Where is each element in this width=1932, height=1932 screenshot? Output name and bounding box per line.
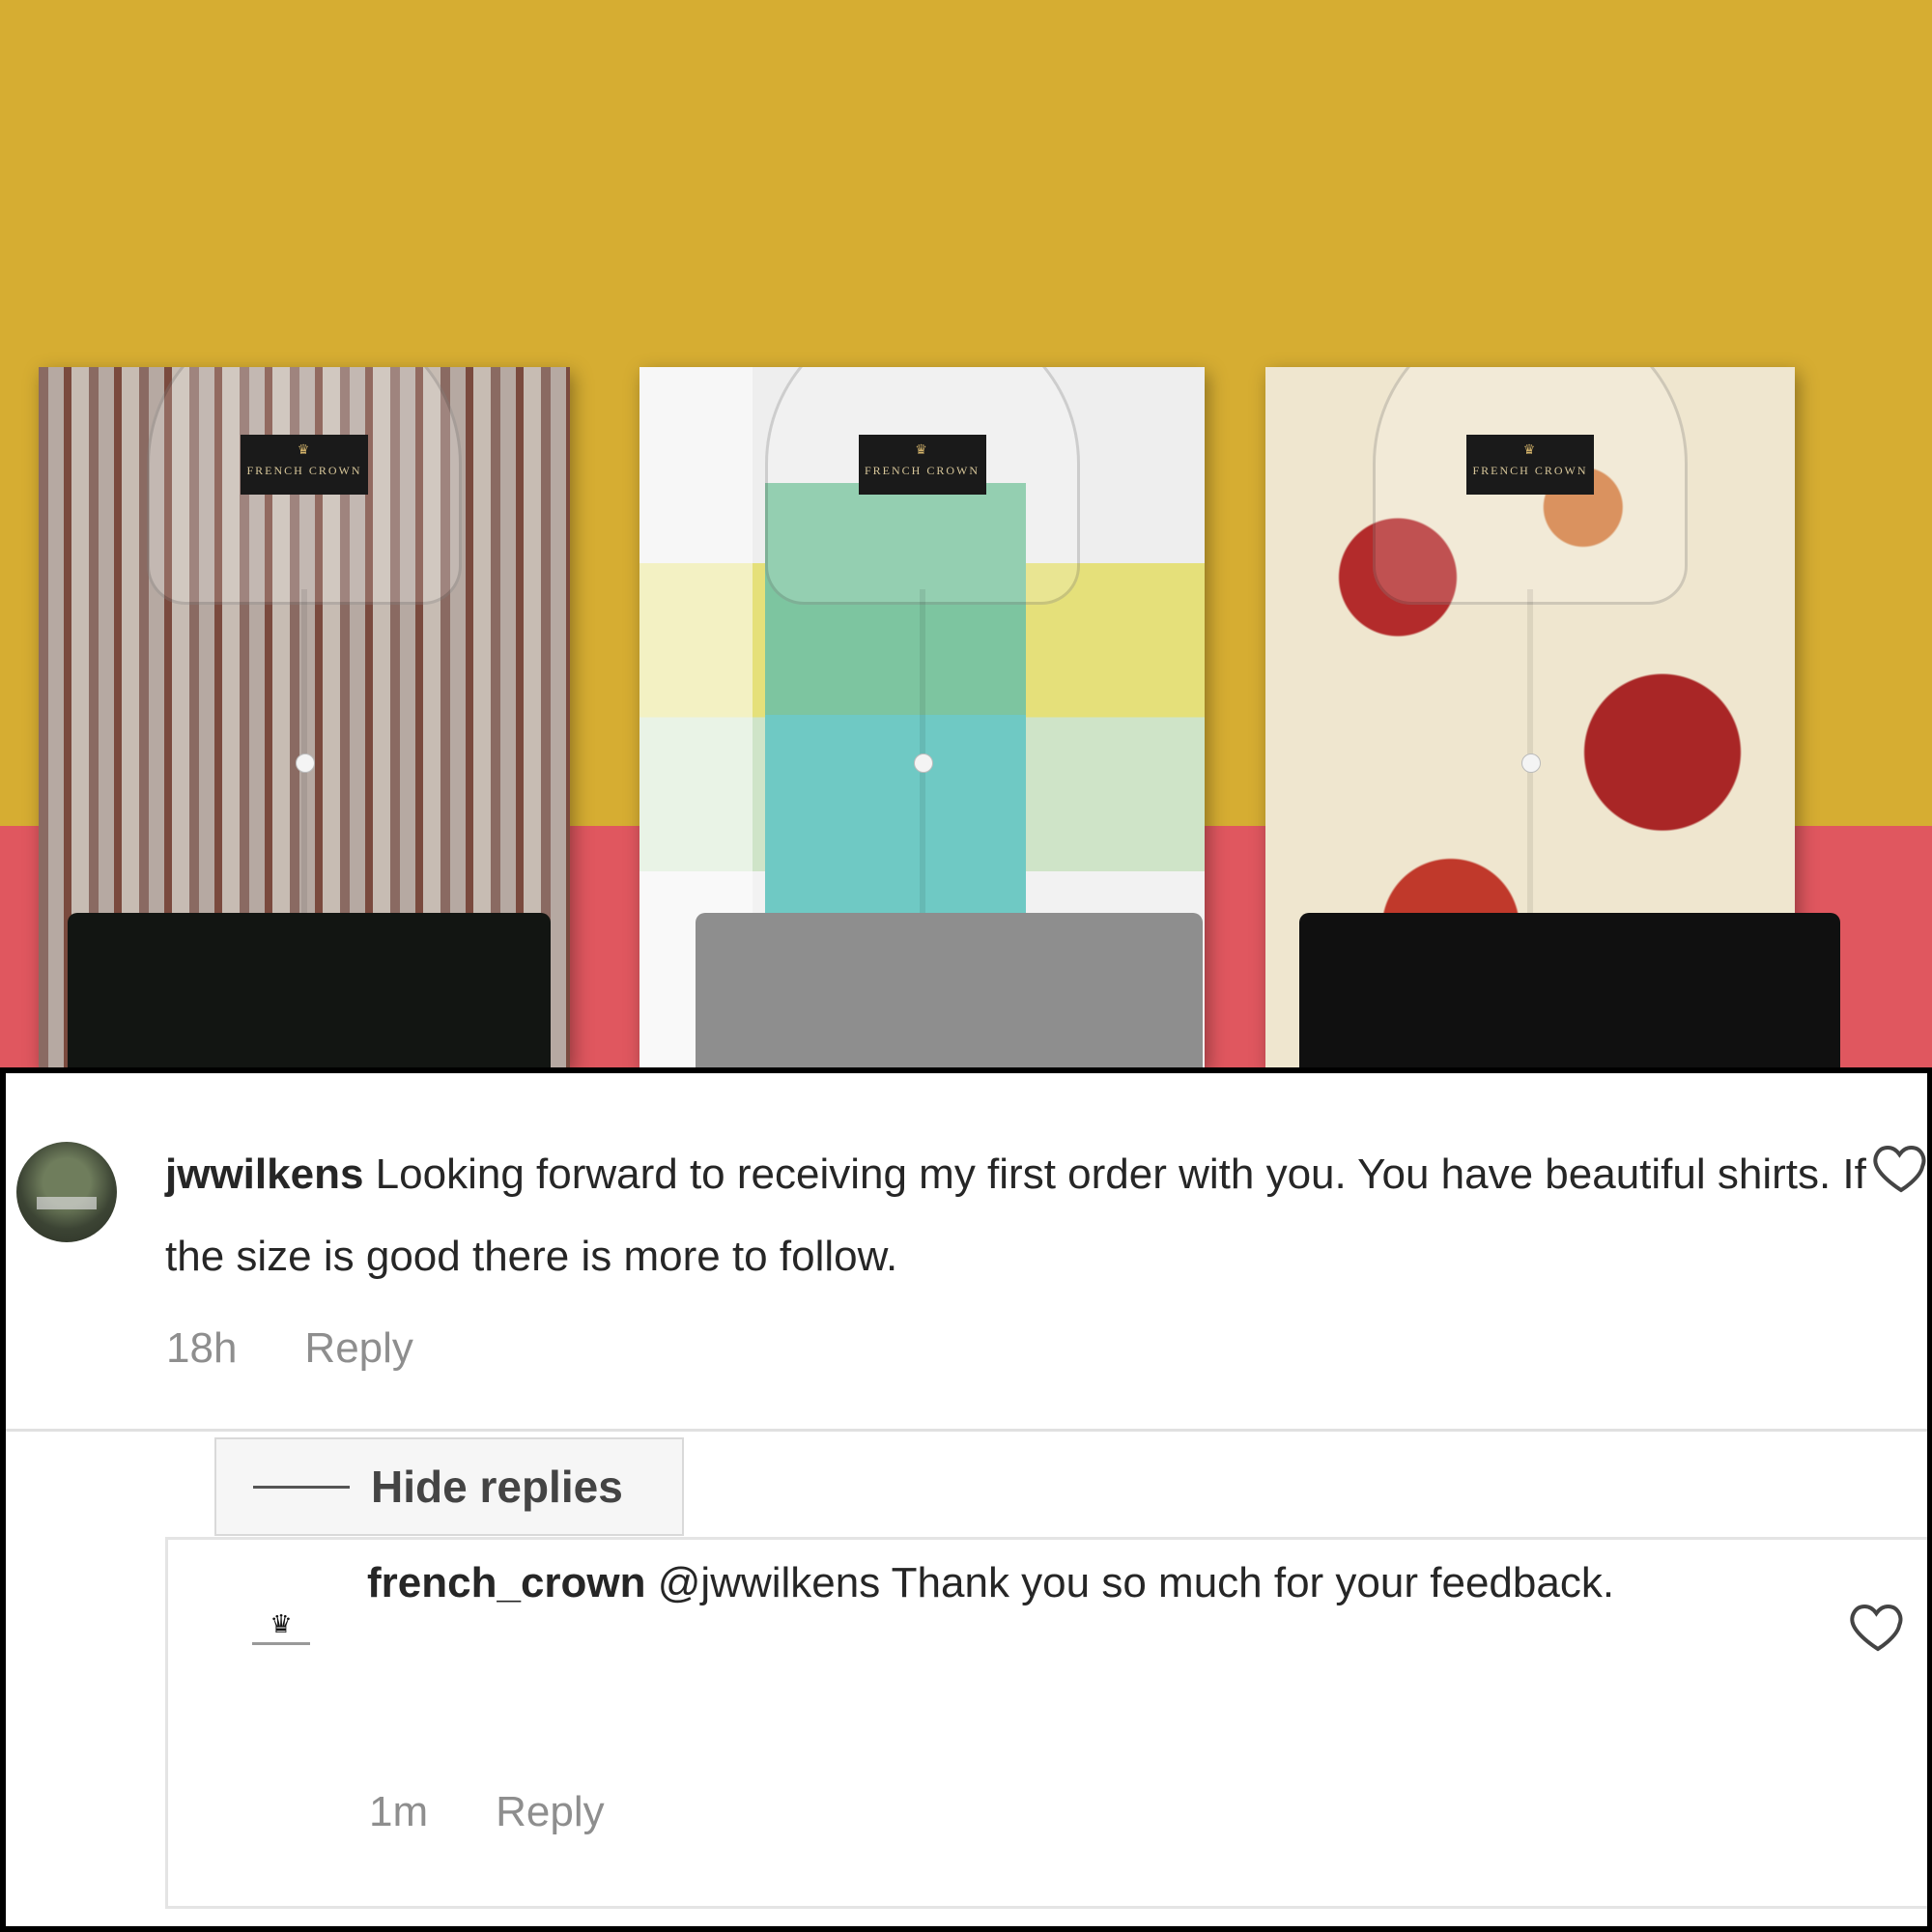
heart-icon[interactable] [1870, 1136, 1932, 1198]
jeans-grey [696, 913, 1203, 1067]
crown-icon: ♛ [915, 443, 929, 458]
reply-username[interactable]: french_crown [367, 1559, 646, 1606]
reply-button[interactable]: Reply [496, 1788, 605, 1836]
crown-icon: ♛ [1522, 443, 1538, 458]
comments-panel: jwwilkens Looking forward to receiving m… [6, 1073, 1927, 1926]
crown-icon: ♛ [270, 1609, 293, 1638]
brand-wordmark [252, 1642, 310, 1645]
reply-body: french_crown @jwwilkens Thank you so muc… [367, 1542, 1700, 1624]
product-photo: ♛ FRENCH CROWN ♛ FRENCH CROWN ♛ FRENCH C… [0, 0, 1932, 1067]
comment-body: jwwilkens Looking forward to receiving m… [165, 1133, 1885, 1297]
brand-avatar[interactable]: ♛ [238, 1609, 325, 1667]
hide-replies-label: Hide replies [371, 1462, 623, 1512]
comment-time: 18h [166, 1324, 238, 1372]
divider [6, 1429, 1927, 1432]
crown-icon: ♛ [297, 443, 312, 458]
brand-label: ♛ FRENCH CROWN [1466, 435, 1594, 495]
jeans-black [1299, 913, 1840, 1067]
shirt-button [913, 753, 933, 773]
heart-icon[interactable] [1847, 1595, 1909, 1657]
shirt-button [296, 753, 315, 773]
reply-button[interactable]: Reply [304, 1324, 413, 1373]
reply-text: @jwwilkens Thank you so much for your fe… [657, 1559, 1615, 1606]
jeans-dark [68, 913, 551, 1067]
shirt-button [1521, 753, 1541, 773]
comment-text: Looking forward to receiving my first or… [165, 1151, 1866, 1280]
comment-meta: 18h Reply [166, 1324, 413, 1373]
brand-label: ♛ FRENCH CROWN [241, 435, 368, 495]
comment-username[interactable]: jwwilkens [165, 1151, 363, 1198]
hide-replies-button[interactable]: Hide replies [214, 1437, 684, 1536]
reply-meta: 1m Reply [369, 1788, 605, 1836]
dash-line [253, 1485, 350, 1489]
reply-time: 1m [369, 1788, 429, 1835]
brand-label: ♛ FRENCH CROWN [858, 435, 986, 495]
user-avatar[interactable] [16, 1142, 117, 1242]
